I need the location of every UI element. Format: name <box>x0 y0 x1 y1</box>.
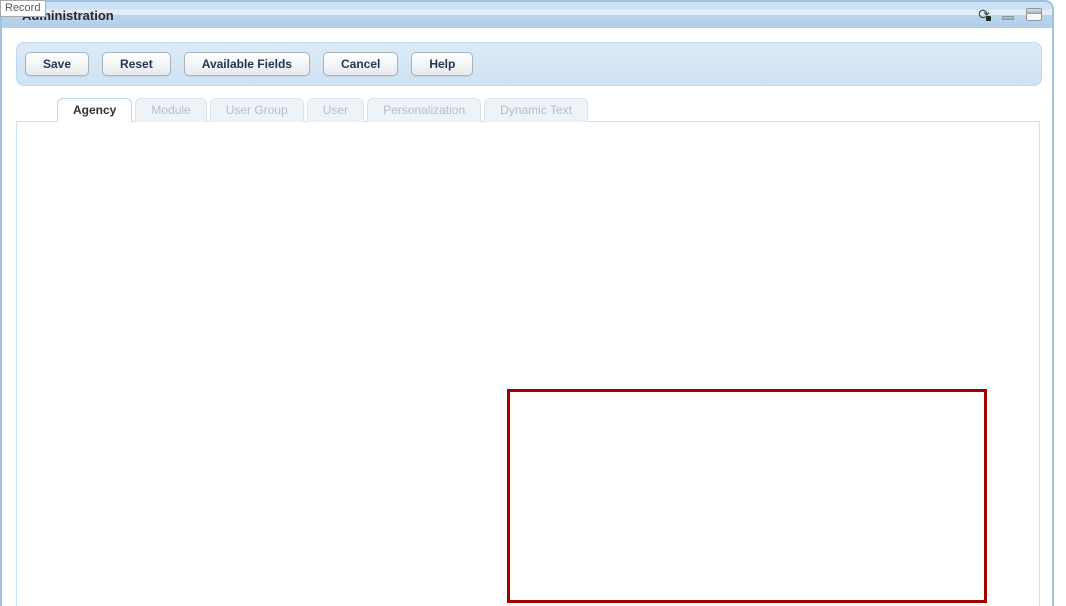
cancel-button[interactable]: Cancel <box>323 52 398 76</box>
tab-module[interactable]: Module <box>135 98 206 122</box>
cursor-tooltip: Record <box>0 0 46 17</box>
agency-tab-panel <box>16 121 1040 606</box>
reset-button[interactable]: Reset <box>102 52 171 76</box>
help-button[interactable]: Help <box>411 52 473 76</box>
available-fields-button[interactable]: Available Fields <box>184 52 310 76</box>
tab-user[interactable]: User <box>307 98 364 122</box>
window-controls: ⟳ <box>978 7 1042 21</box>
action-bar: Save Reset Available Fields Cancel Help <box>16 42 1042 86</box>
tab-bar: Agency Module User Group User Personaliz… <box>57 98 588 122</box>
tab-personalization[interactable]: Personalization <box>367 98 481 122</box>
minimize-icon[interactable] <box>1002 16 1014 20</box>
refresh-icon[interactable]: ⟳ <box>978 7 990 21</box>
tab-dynamic-text[interactable]: Dynamic Text <box>484 98 588 122</box>
administration-window: Administration ⟳ Save Reset Available Fi… <box>0 0 1054 606</box>
save-button[interactable]: Save <box>25 52 89 76</box>
screen: Administration ⟳ Save Reset Available Fi… <box>0 0 1066 606</box>
tab-user-group[interactable]: User Group <box>210 98 304 122</box>
window-titlebar: Administration ⟳ <box>2 2 1052 28</box>
tab-agency[interactable]: Agency <box>57 98 132 122</box>
maximize-icon[interactable] <box>1026 8 1042 21</box>
